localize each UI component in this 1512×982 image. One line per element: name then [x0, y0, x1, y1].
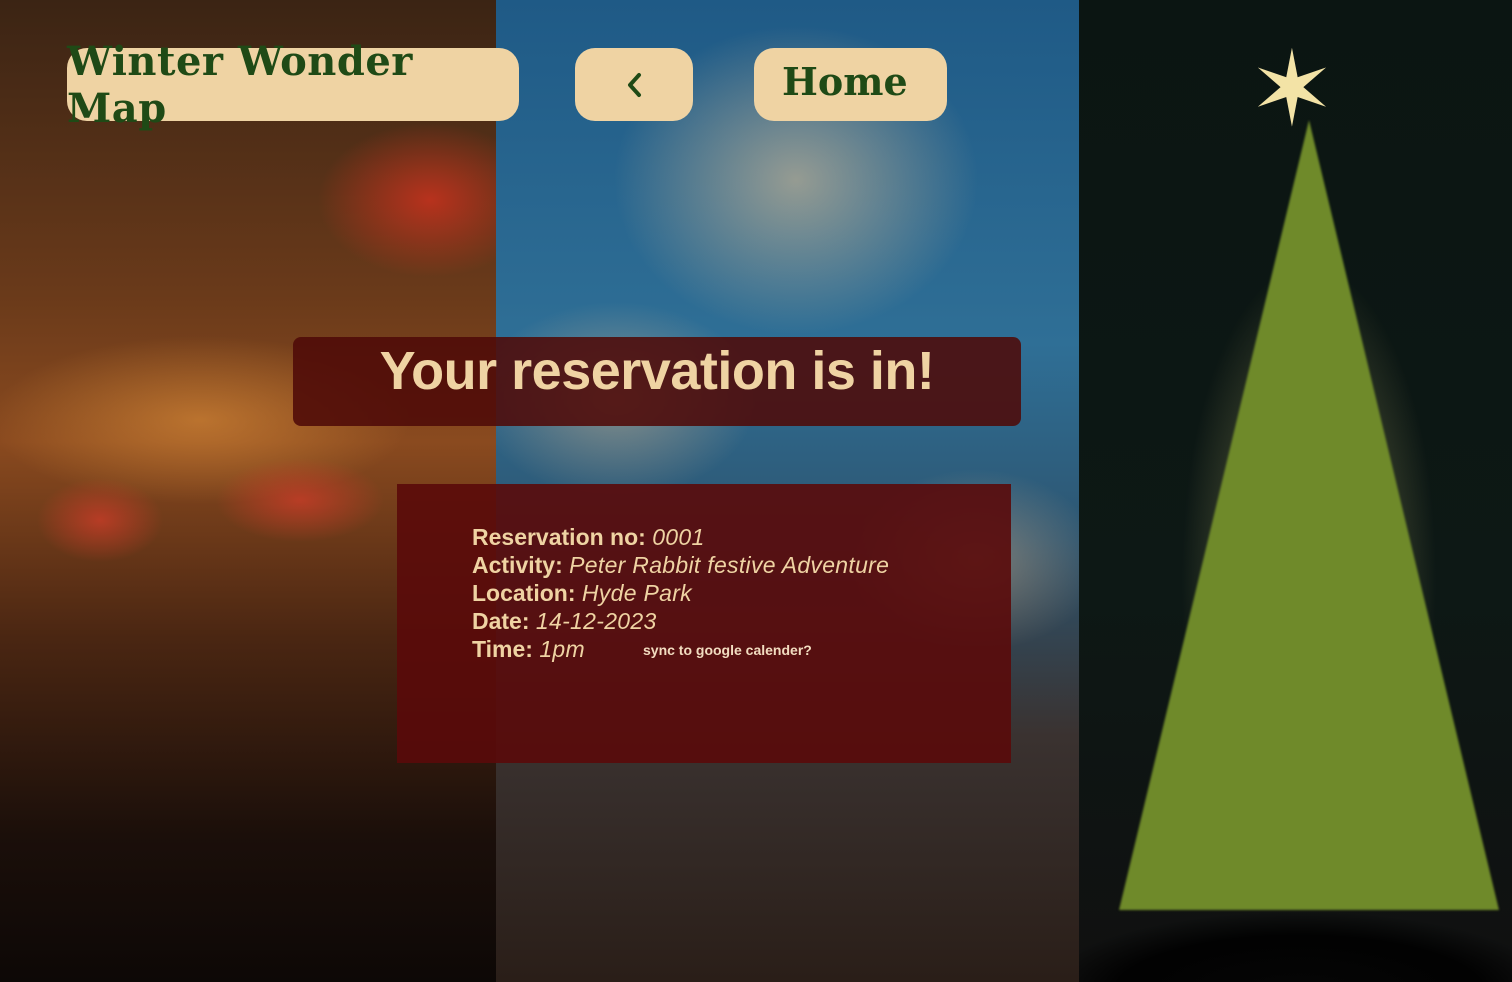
confirmation-headline: Your reservation is in! [379, 341, 935, 401]
christmas-tree [1119, 120, 1499, 910]
activity-label: Activity: [472, 552, 563, 578]
time-label: Time: [472, 636, 533, 662]
date-label: Date: [472, 608, 530, 634]
reservation-number-row: Reservation no: 0001 [472, 523, 705, 551]
location-row: Location: Hyde Park [472, 579, 692, 607]
reservation-details-card: Reservation no: 0001 Activity: Peter Rab… [397, 484, 1011, 763]
home-button[interactable]: Home [754, 48, 947, 121]
date-value: 14-12-2023 [535, 608, 657, 634]
date-row: Date: 14-12-2023 [472, 607, 657, 635]
app-title: Winter Wonder Map [67, 38, 519, 132]
tree-star-icon: ✶ [1248, 28, 1336, 150]
reservation-number-label: Reservation no: [472, 524, 646, 550]
time-row: Time: 1pm [472, 635, 585, 663]
sync-google-calendar-link[interactable]: sync to google calender? [643, 642, 812, 658]
reservation-number-value: 0001 [652, 524, 705, 550]
headline-banner: Your reservation is in! [293, 337, 1021, 426]
chevron-left-icon [628, 72, 641, 97]
activity-row: Activity: Peter Rabbit festive Adventure [472, 551, 889, 579]
back-button[interactable] [575, 48, 693, 121]
time-value: 1pm [539, 636, 585, 662]
location-value: Hyde Park [581, 580, 692, 606]
christmas-tree-photo: ✶ [1079, 0, 1512, 982]
crowd-silhouette [1079, 882, 1512, 982]
activity-value: Peter Rabbit festive Adventure [569, 552, 890, 578]
location-label: Location: [472, 580, 576, 606]
